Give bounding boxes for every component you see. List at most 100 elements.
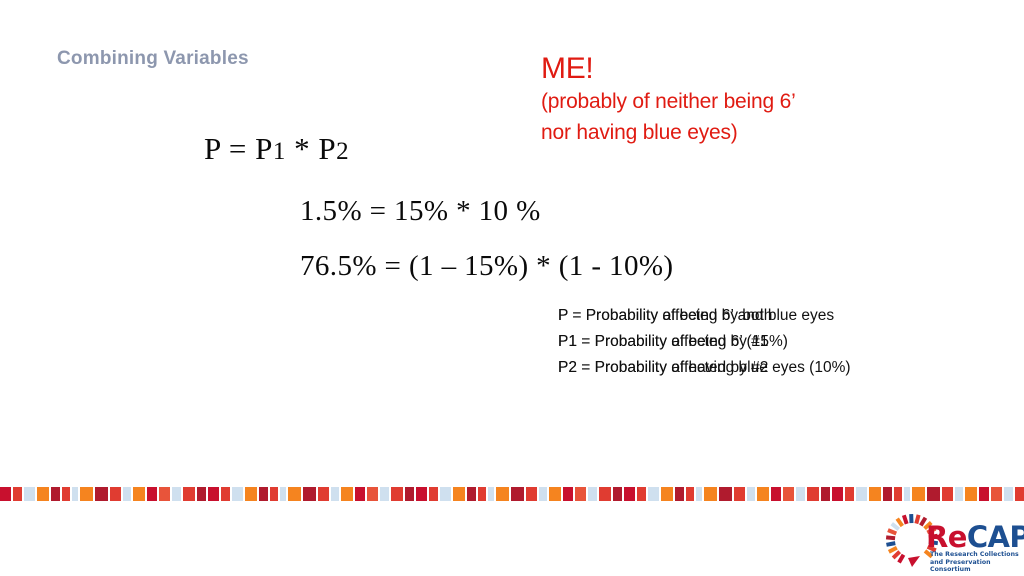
decor-tile bbox=[539, 487, 547, 501]
decor-tile bbox=[796, 487, 805, 501]
decor-tile bbox=[13, 487, 22, 501]
decor-tile bbox=[771, 487, 781, 501]
recap-logo: ReCAP The Research Collections and Prese… bbox=[872, 506, 1024, 574]
decor-tile bbox=[624, 487, 635, 501]
decor-tile bbox=[704, 487, 717, 501]
decor-tile bbox=[942, 487, 953, 501]
callout-line-2: nor having blue eyes) bbox=[541, 121, 738, 144]
decor-tile bbox=[453, 487, 465, 501]
decor-tile bbox=[856, 487, 867, 501]
decor-tile bbox=[549, 487, 561, 501]
decor-tile bbox=[912, 487, 925, 501]
decor-tile bbox=[288, 487, 301, 501]
decor-tile bbox=[488, 487, 494, 501]
decor-tile bbox=[637, 487, 646, 501]
decor-tile bbox=[62, 487, 70, 501]
decor-tile bbox=[955, 487, 963, 501]
decor-tile bbox=[599, 487, 611, 501]
decor-tile bbox=[416, 487, 427, 501]
equation-main-operator: * P bbox=[285, 131, 337, 166]
decor-tile bbox=[367, 487, 378, 501]
legend-row-1-front: P1 = Probability of being 6’ (15%) bbox=[558, 333, 788, 350]
decor-tile bbox=[72, 487, 78, 501]
decor-tile bbox=[0, 487, 11, 501]
decor-tile bbox=[133, 487, 145, 501]
decor-tile bbox=[575, 487, 586, 501]
recap-wordmark-re: Re bbox=[926, 520, 967, 554]
decor-tile bbox=[391, 487, 403, 501]
decor-tile bbox=[821, 487, 830, 501]
decor-tile bbox=[719, 487, 732, 501]
recap-tagline-line-1: The Research Collections bbox=[930, 551, 1019, 558]
equation-complement: 76.5% = (1 – 15%) * (1 - 10%) bbox=[300, 250, 674, 282]
decor-tile bbox=[147, 487, 157, 501]
decor-tile bbox=[783, 487, 794, 501]
decor-tile bbox=[172, 487, 181, 501]
decor-tile bbox=[511, 487, 524, 501]
decor-tile bbox=[245, 487, 257, 501]
decor-tile bbox=[883, 487, 892, 501]
decor-tile bbox=[51, 487, 60, 501]
decor-tile bbox=[869, 487, 881, 501]
callout-headline: ME! bbox=[541, 52, 594, 85]
callout-block: ME! (probably of neither being 6’ nor ha… bbox=[541, 52, 796, 148]
decor-tile bbox=[197, 487, 206, 501]
decor-tile bbox=[563, 487, 573, 501]
decor-tile bbox=[807, 487, 819, 501]
decor-tile bbox=[280, 487, 286, 501]
legend-row-0-front: P = Probability of being 6’ and blue eye… bbox=[558, 307, 835, 324]
decor-tile bbox=[123, 487, 131, 501]
decor-tile bbox=[95, 487, 108, 501]
decor-tile bbox=[696, 487, 702, 501]
decor-tile bbox=[979, 487, 989, 501]
decor-tile bbox=[303, 487, 316, 501]
decor-tile bbox=[927, 487, 940, 501]
decor-tile bbox=[734, 487, 745, 501]
decor-tile bbox=[183, 487, 195, 501]
decor-tile bbox=[648, 487, 659, 501]
decor-tile bbox=[832, 487, 843, 501]
decorative-strip bbox=[0, 487, 1024, 503]
decor-tile bbox=[380, 487, 389, 501]
recap-wordmark-cap: CAP bbox=[966, 520, 1024, 554]
recap-tagline: The Research Collections and Preservatio… bbox=[930, 551, 1022, 574]
decor-tile bbox=[845, 487, 854, 501]
decor-tile bbox=[467, 487, 476, 501]
decor-tile bbox=[1015, 487, 1024, 501]
decor-tile bbox=[208, 487, 219, 501]
equation-product: 1.5% = 15% * 10 % bbox=[300, 195, 541, 227]
decor-tile bbox=[526, 487, 537, 501]
equation-main-subscript-1: 1 bbox=[272, 138, 286, 165]
decor-tile bbox=[259, 487, 268, 501]
equation-main-lhs: P = P bbox=[204, 131, 273, 166]
decor-tile bbox=[991, 487, 1002, 501]
decor-tile bbox=[429, 487, 438, 501]
decor-tile bbox=[318, 487, 329, 501]
decor-tile bbox=[24, 487, 35, 501]
decor-tile bbox=[661, 487, 673, 501]
decor-tile bbox=[496, 487, 509, 501]
decor-tile bbox=[588, 487, 597, 501]
decor-tile bbox=[341, 487, 353, 501]
decor-tile bbox=[965, 487, 977, 501]
recap-wordmark: ReCAP bbox=[926, 522, 1024, 552]
equation-main-subscript-2: 2 bbox=[336, 138, 350, 165]
decor-tile bbox=[757, 487, 769, 501]
decor-tile bbox=[894, 487, 902, 501]
decor-tile bbox=[440, 487, 451, 501]
decor-tile bbox=[37, 487, 49, 501]
decor-tile bbox=[675, 487, 684, 501]
decor-tile bbox=[270, 487, 278, 501]
decor-tile bbox=[159, 487, 170, 501]
decor-tile bbox=[904, 487, 910, 501]
decor-tile bbox=[355, 487, 365, 501]
equation-main: P = P1 * P2 bbox=[204, 131, 349, 167]
decor-tile bbox=[405, 487, 414, 501]
decor-tile bbox=[478, 487, 486, 501]
decor-tile bbox=[232, 487, 243, 501]
legend-row-2-front: P2 = Probability of having blue eyes (10… bbox=[558, 359, 851, 376]
callout-line-1: (probably of neither being 6’ bbox=[541, 90, 796, 113]
recap-tagline-line-2: and Preservation Consortium bbox=[930, 558, 991, 574]
decor-tile bbox=[613, 487, 622, 501]
decor-tile bbox=[80, 487, 93, 501]
